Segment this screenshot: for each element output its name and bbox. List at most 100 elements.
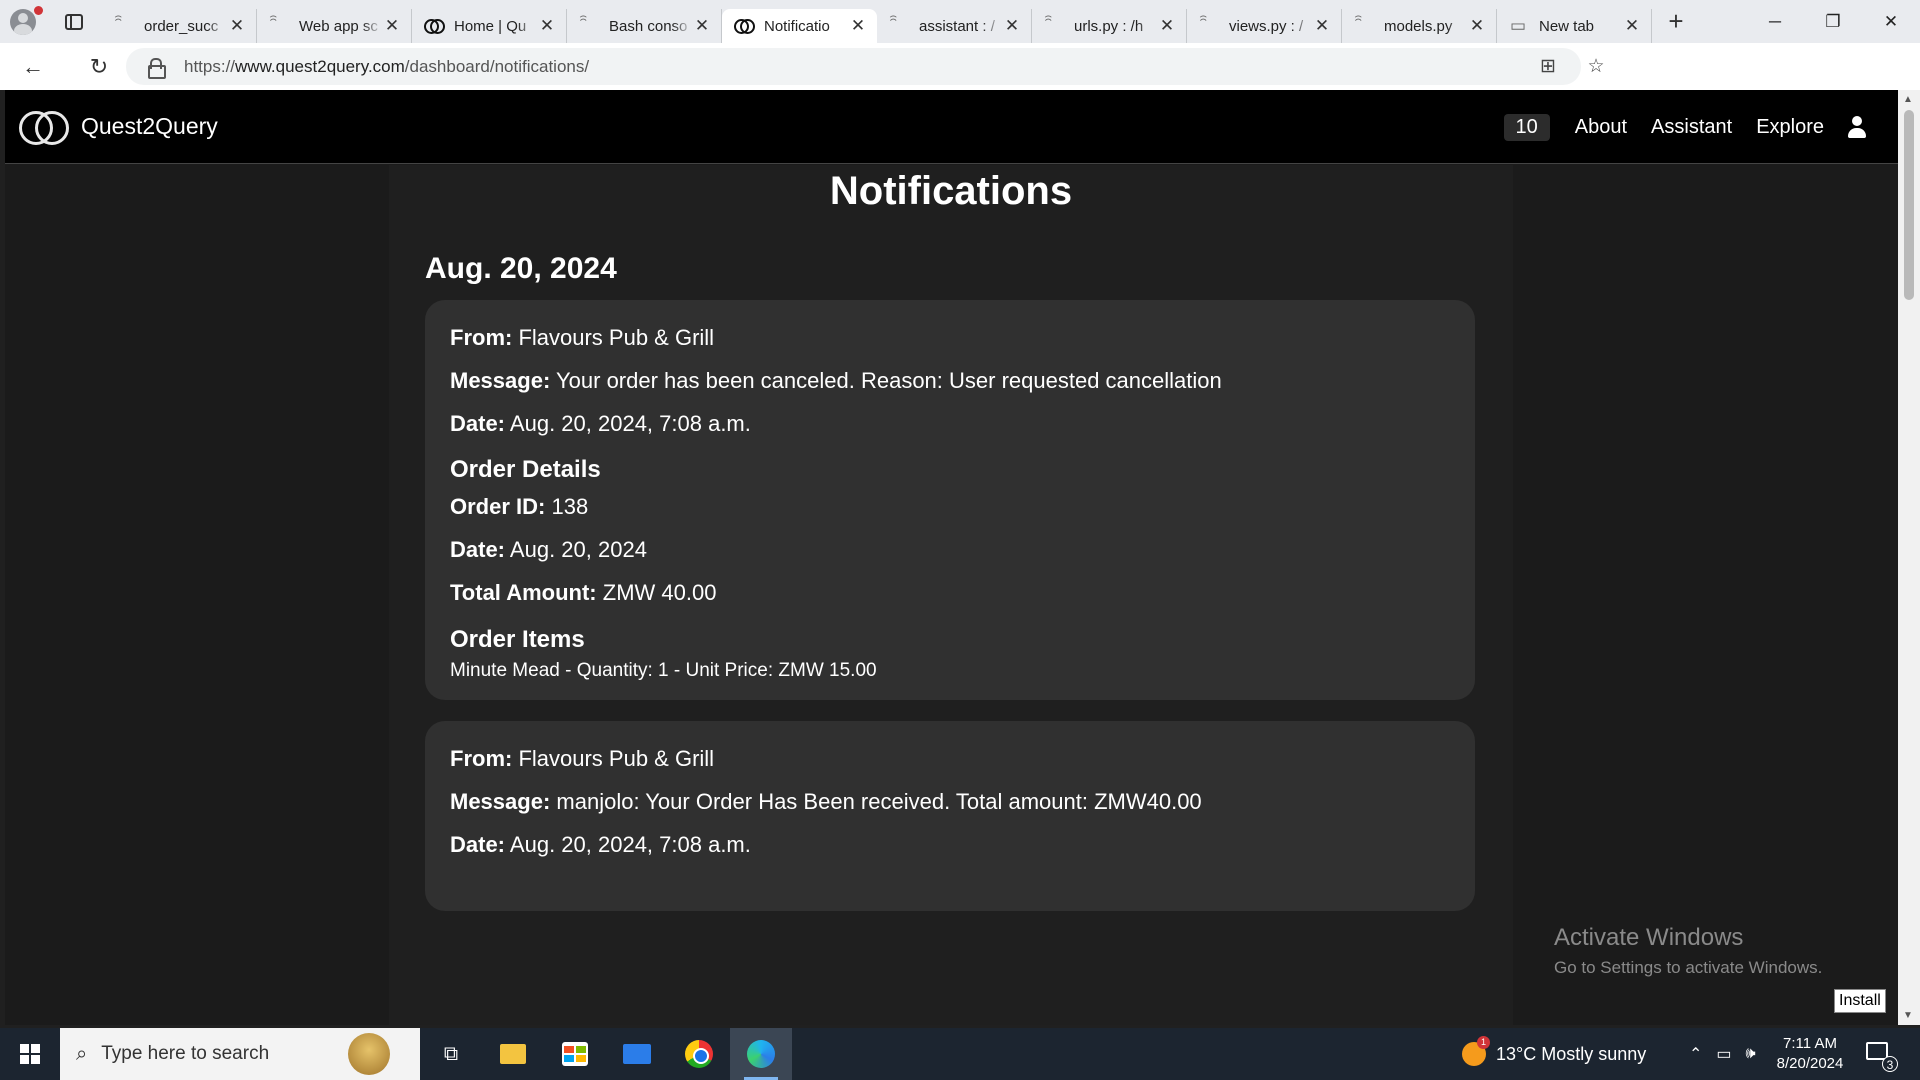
spiral-icon: ꩰ [579,17,597,35]
nav-about-link[interactable]: About [1575,116,1627,139]
start-button[interactable] [0,1028,60,1080]
close-tab-icon[interactable]: ✕ [693,16,711,36]
activate-windows-watermark: Activate Windows Go to Settings to activ… [1554,924,1822,978]
file-explorer-button[interactable] [482,1028,544,1080]
task-view-button[interactable]: ⧉ [420,1028,482,1080]
lock-icon [148,58,166,79]
taskbar-search[interactable]: ⌕ Type here to search [60,1028,420,1080]
task-view-icon: ⧉ [443,1042,459,1065]
minimize-button[interactable]: ─ [1746,0,1804,43]
tab-title: Bash conso [609,17,688,35]
message-row: Message: manjolo: Your Order Has Been re… [450,789,1202,815]
new-tab-button[interactable]: + [1652,0,1700,43]
tab-title: urls.py : /h [1074,17,1144,35]
browser-tab[interactable]: ▭ New tab ✕ [1497,9,1652,43]
browser-tab[interactable]: Home | Qu ✕ [412,9,567,43]
message-label: Message: [450,368,551,393]
scroll-down-icon[interactable]: ▼ [1903,1010,1913,1021]
volume-icon[interactable]: 🕪 [1746,1045,1756,1063]
chrome-button[interactable] [668,1028,730,1080]
brand-name[interactable]: Quest2Query [81,113,218,140]
newtab-icon: ▭ [1509,16,1527,35]
scroll-up-icon[interactable]: ▲ [1903,94,1913,105]
browser-tab-active[interactable]: Notificatio ✕ [722,9,877,43]
close-tab-icon[interactable]: ✕ [1468,16,1486,36]
install-button[interactable]: Install [1834,989,1886,1013]
close-window-button[interactable]: ✕ [1862,0,1920,43]
close-tab-icon[interactable]: ✕ [228,16,246,36]
tab-title: views.py : / [1229,17,1304,35]
clock[interactable]: 7:11 AM 8/20/2024 [1765,1034,1855,1074]
window-controls: ─ ❐ ✕ [1746,0,1920,43]
notification-center-icon[interactable]: 3 [1866,1042,1898,1072]
browser-tab[interactable]: ꩰ models.py ✕ [1342,9,1497,43]
browser-tab[interactable]: ꩰ urls.py : /h ✕ [1032,9,1187,43]
date-row: Date: Aug. 20, 2024, 7:08 a.m. [450,411,751,437]
close-tab-icon[interactable]: ✕ [383,16,401,36]
search-highlight-image[interactable] [348,1033,390,1075]
url-actions: ⊞ ☆ [1524,48,1620,85]
browser-tab[interactable]: ꩰ Bash conso ✕ [567,9,722,43]
mail-button[interactable] [606,1028,668,1080]
system-tray: ⌃ ▭ 🕪 [1682,1028,1763,1080]
notification-count-badge[interactable]: 10 [1503,113,1550,141]
order-items-heading: Order Items [450,626,585,653]
refresh-button[interactable]: ↻ [76,43,122,90]
restore-button[interactable]: ❐ [1804,0,1862,43]
browser-tab[interactable]: ꩰ Web app sc ✕ [257,9,412,43]
notification-card: From: Flavours Pub & Grill Message: manj… [425,721,1475,911]
web-page: Quest2Query 10 About Assistant Explore N… [5,90,1898,1025]
close-tab-icon[interactable]: ✕ [1623,16,1641,36]
spiral-icon: ꩰ [114,17,132,35]
from-value: Flavours Pub & Grill [518,325,715,350]
weather-text: 13°C Mostly sunny [1496,1043,1647,1064]
show-hidden-icons-icon[interactable]: ⌃ [1689,1044,1702,1064]
user-icon[interactable] [1846,116,1868,138]
notification-dot [34,6,43,15]
date-label: Date: [450,411,506,436]
nav-explore-link[interactable]: Explore [1756,116,1824,139]
scrollbar-thumb[interactable] [1904,110,1914,300]
tab-actions-button[interactable] [46,0,102,43]
url-field[interactable]: https://www.quest2query.com/dashboard/no… [126,48,1581,85]
browser-tab[interactable]: ꩰ views.py : / ✕ [1187,9,1342,43]
back-button[interactable]: ← [10,43,56,90]
nav-assistant-link[interactable]: Assistant [1651,116,1732,139]
spiral-icon: ꩰ [1354,17,1372,35]
total-amount-row: Total Amount: ZMW 40.00 [450,580,716,606]
windows-logo-icon [20,1044,40,1064]
battery-icon[interactable]: ▭ [1716,1044,1731,1064]
order-details-heading: Order Details [450,456,601,483]
from-row: From: Flavours Pub & Grill [450,746,714,772]
date-group-heading: Aug. 20, 2024 [425,252,617,285]
app-available-icon[interactable]: ⊞ [1524,55,1572,78]
order-id-value: 138 [551,494,589,519]
from-row: From: Flavours Pub & Grill [450,325,714,351]
profile-button[interactable] [0,0,46,43]
order-date-row: Date: Aug. 20, 2024 [450,537,647,563]
close-tab-icon[interactable]: ✕ [538,16,556,36]
page-scrollbar[interactable]: ▲ ▼ [1898,90,1920,1025]
address-bar-row: ← ↻ https://www.quest2query.com/dashboar… [0,43,1920,123]
store-button[interactable] [544,1028,606,1080]
browser-tab[interactable]: ꩰ assistant : / ✕ [877,9,1032,43]
order-date-label: Date: [450,537,506,562]
message-label: Message: [450,789,551,814]
url-domain: www.quest2query.com [235,56,405,76]
total-amount-label: Total Amount: [450,580,597,605]
weather-widget[interactable]: 13°C Mostly sunny [1462,1028,1646,1080]
close-tab-icon[interactable]: ✕ [1003,16,1021,36]
close-tab-icon[interactable]: ✕ [1313,16,1331,36]
quest2query-logo-icon[interactable] [19,109,69,145]
url-path: /dashboard/notifications/ [404,56,590,76]
edge-button[interactable] [730,1028,792,1080]
app-navbar: Quest2Query 10 About Assistant Explore [5,90,1898,164]
favorite-star-icon[interactable]: ☆ [1572,55,1620,78]
date-value: Aug. 20, 2024, 7:08 a.m. [509,411,751,436]
browser-tab[interactable]: ꩰ order_succ ✕ [102,9,257,43]
close-tab-icon[interactable]: ✕ [849,16,867,36]
notification-count: 3 [1882,1056,1898,1072]
spiral-icon: ꩰ [889,17,907,35]
order-id-label: Order ID: [450,494,546,519]
close-tab-icon[interactable]: ✕ [1158,16,1176,36]
